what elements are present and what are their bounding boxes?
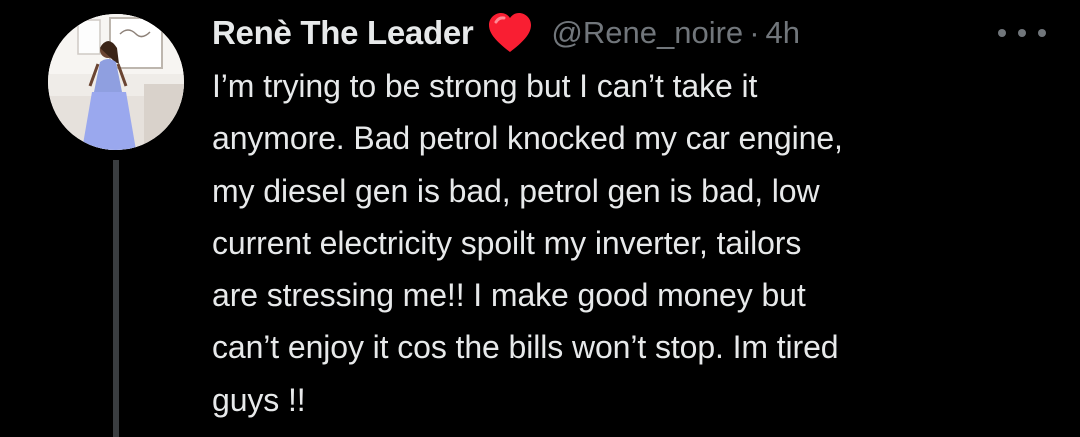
more-horizontal-icon[interactable] bbox=[998, 20, 1046, 46]
tweet-body-text: I’m trying to be strong but I can’t take… bbox=[212, 68, 843, 418]
thread-connector-line bbox=[113, 160, 119, 437]
more-dot bbox=[1038, 29, 1046, 37]
more-dot bbox=[998, 29, 1006, 37]
tweet-header: Renè The Leader @Rene_noire · 4h bbox=[212, 10, 800, 56]
tweet-timestamp[interactable]: 4h bbox=[766, 15, 800, 51]
author-display-name[interactable]: Renè The Leader bbox=[212, 14, 474, 52]
red-heart-icon bbox=[487, 12, 533, 54]
separator-dot: · bbox=[749, 15, 760, 50]
tweet[interactable]: Renè The Leader @Rene_noire · 4h I’m try… bbox=[0, 0, 1080, 437]
author-handle[interactable]: @Rene_noire bbox=[551, 15, 743, 51]
avatar-photo bbox=[48, 14, 184, 150]
more-dot bbox=[1018, 29, 1026, 37]
avatar[interactable] bbox=[48, 14, 184, 150]
